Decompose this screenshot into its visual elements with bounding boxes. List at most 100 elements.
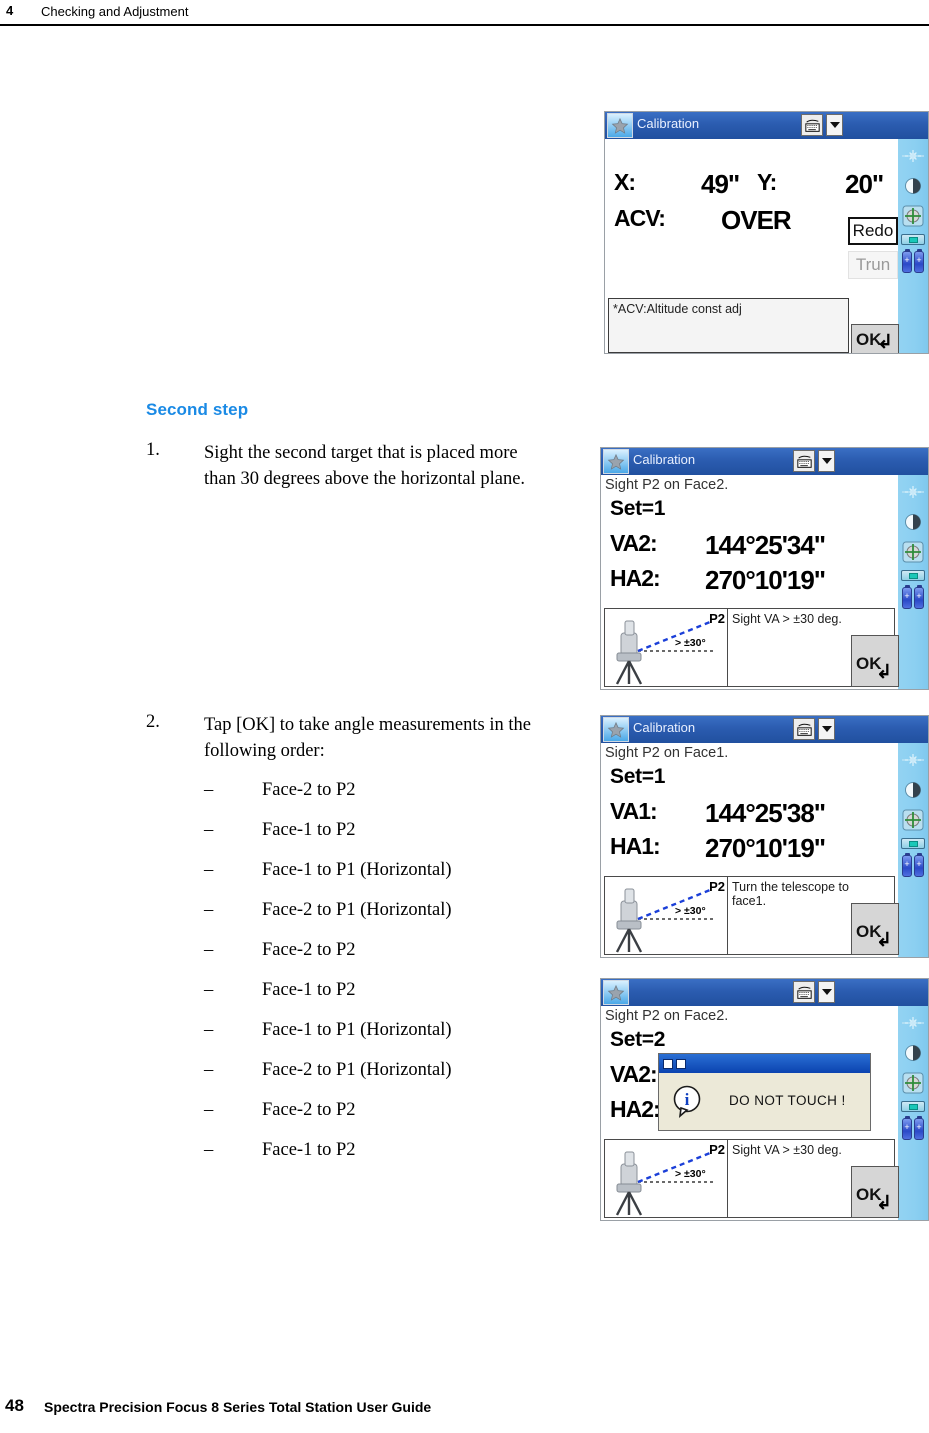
screenshot-sight-p2-face1-set1: Calibration Sight P2 on Face1. Set=1 <box>600 715 929 958</box>
section-heading: Second step <box>146 400 249 419</box>
chevron-down-icon[interactable] <box>818 450 835 472</box>
ok-button[interactable]: OK ↲ <box>851 903 899 955</box>
step-2-text: Tap [OK] to take angle measurements in t… <box>204 715 531 761</box>
dialog-box-icon <box>676 1058 686 1069</box>
chapter-number: 4 <box>6 3 14 18</box>
star-icon[interactable] <box>603 449 629 474</box>
ha2-row: HA2: 270°10'19" <box>601 565 898 599</box>
dash-marker: – <box>204 900 214 920</box>
chevron-down-icon[interactable] <box>818 718 835 740</box>
list-item: – Face-2 to P2 <box>204 938 566 962</box>
laser-icon[interactable] <box>901 1011 925 1035</box>
hint-pane: Sight VA > ±30 deg. <box>728 1140 855 1217</box>
list-item-label: Face-2 to P2 <box>262 780 356 800</box>
acv-label: ACV: <box>614 205 666 231</box>
bubble-level-icon[interactable] <box>901 1101 925 1112</box>
keyboard-icon[interactable] <box>793 981 815 1003</box>
guide-title: Spectra Precision Focus 8 Series Total S… <box>44 1399 432 1415</box>
va1-value: 144°25'38" <box>705 798 826 828</box>
enter-arrow-icon: ↲ <box>876 662 892 683</box>
do-not-touch-dialog: i DO NOT TOUCH ! <box>658 1053 871 1131</box>
list-item: – Face-1 to P2 <box>204 1138 566 1162</box>
laser-icon[interactable] <box>901 748 925 772</box>
laser-icon[interactable] <box>901 480 925 504</box>
crosshair-icon[interactable] <box>901 808 925 832</box>
contrast-icon[interactable] <box>901 1041 925 1065</box>
bubble-level-icon[interactable] <box>901 570 925 581</box>
contrast-icon[interactable] <box>901 174 925 198</box>
battery-icon[interactable] <box>902 853 924 877</box>
keyboard-icon[interactable] <box>801 114 823 136</box>
p2-label: P2 <box>709 1142 725 1157</box>
list-item: – Face-2 to P1 (Horizontal) <box>204 1058 566 1082</box>
redo-button[interactable]: Redo <box>848 217 898 245</box>
hint-text: Sight VA > ±30 deg. <box>732 612 842 626</box>
note-text: *ACV:Altitude const adj <box>613 302 742 316</box>
set-label: Set=1 <box>610 765 666 788</box>
enter-arrow-icon: ↲ <box>876 1193 892 1214</box>
keyboard-icon[interactable] <box>793 450 815 472</box>
chevron-down-icon[interactable] <box>818 981 835 1003</box>
chevron-down-icon[interactable] <box>826 114 843 136</box>
step-1-number: 1. <box>146 440 160 460</box>
title-bar: Calibration <box>601 716 928 743</box>
battery-icon[interactable] <box>902 585 924 609</box>
ha1-label: HA1: <box>610 833 661 859</box>
dash-marker: – <box>204 1100 214 1120</box>
enter-arrow-icon: ↲ <box>877 332 893 353</box>
ok-button[interactable]: OK ↲ <box>851 324 899 353</box>
status-rail <box>898 743 928 957</box>
ok-button[interactable]: OK ↲ <box>851 1166 899 1218</box>
instrument-diagram: P2 > ±30° <box>605 877 727 954</box>
keyboard-icon[interactable] <box>793 718 815 740</box>
set-label: Set=2 <box>610 1028 666 1051</box>
dash-marker: – <box>204 940 214 960</box>
contrast-icon[interactable] <box>901 510 925 534</box>
trun-button[interactable]: Trun <box>848 251 898 279</box>
list-item: – Face-2 to P2 <box>204 778 566 802</box>
list-item: – Face-1 to P1 (Horizontal) <box>204 858 566 882</box>
prompt-text: Sight P2 on Face2. <box>605 1008 729 1024</box>
dash-marker: – <box>204 1060 214 1080</box>
header-rule <box>0 24 929 26</box>
y-value: 20" <box>845 169 884 199</box>
ok-button[interactable]: OK ↲ <box>851 635 899 687</box>
contrast-icon[interactable] <box>901 778 925 802</box>
title-bar <box>601 979 928 1006</box>
running-head: 4 Checking and Adjustment <box>0 0 929 28</box>
ha2-value: 270°10'19" <box>705 565 826 595</box>
page-number: 48 <box>5 1396 24 1415</box>
window-title: Calibration <box>633 720 696 735</box>
battery-icon[interactable] <box>902 1116 924 1140</box>
prompt-text: Sight P2 on Face1. <box>605 745 729 761</box>
star-icon[interactable] <box>607 113 633 138</box>
screen-body: X: 49" Y: 20" ACV: OVER Redo Trun *ACV:A… <box>605 139 899 353</box>
screenshot-sight-p2-face2-set2: Sight P2 on Face2. Set=2 VA2: HA2: i <box>600 978 929 1221</box>
angle-label: > ±30° <box>675 905 706 917</box>
svg-text:i: i <box>685 1090 690 1109</box>
bubble-level-icon[interactable] <box>901 838 925 849</box>
list-item: – Face-2 to P1 (Horizontal) <box>204 898 566 922</box>
bubble-level-icon[interactable] <box>901 234 925 245</box>
info-icon: i <box>670 1084 704 1123</box>
crosshair-icon[interactable] <box>901 540 925 564</box>
battery-icon[interactable] <box>902 249 924 273</box>
page-footer: 48 Spectra Precision Focus 8 Series Tota… <box>0 1395 929 1421</box>
x-label: X: <box>614 169 636 195</box>
list-item-label: Face-2 to P1 (Horizontal) <box>262 1060 452 1080</box>
star-icon[interactable] <box>603 717 629 742</box>
list-item-label: Face-1 to P2 <box>262 820 356 840</box>
hint-pane: Turn the telescope to face1. <box>728 877 855 954</box>
status-rail <box>898 139 928 353</box>
laser-icon[interactable] <box>901 144 925 168</box>
va2-label: VA2: <box>610 1061 658 1087</box>
list-item-label: Face-1 to P2 <box>262 980 356 1000</box>
xy-row: X: 49" Y: 20" <box>605 169 898 203</box>
crosshair-icon[interactable] <box>901 204 925 228</box>
crosshair-icon[interactable] <box>901 1071 925 1095</box>
ha1-row: HA1: 270°10'19" <box>601 833 898 867</box>
dash-marker: – <box>204 820 214 840</box>
ha1-value: 270°10'19" <box>705 833 826 863</box>
y-label: Y: <box>757 169 777 195</box>
star-icon[interactable] <box>603 980 629 1005</box>
